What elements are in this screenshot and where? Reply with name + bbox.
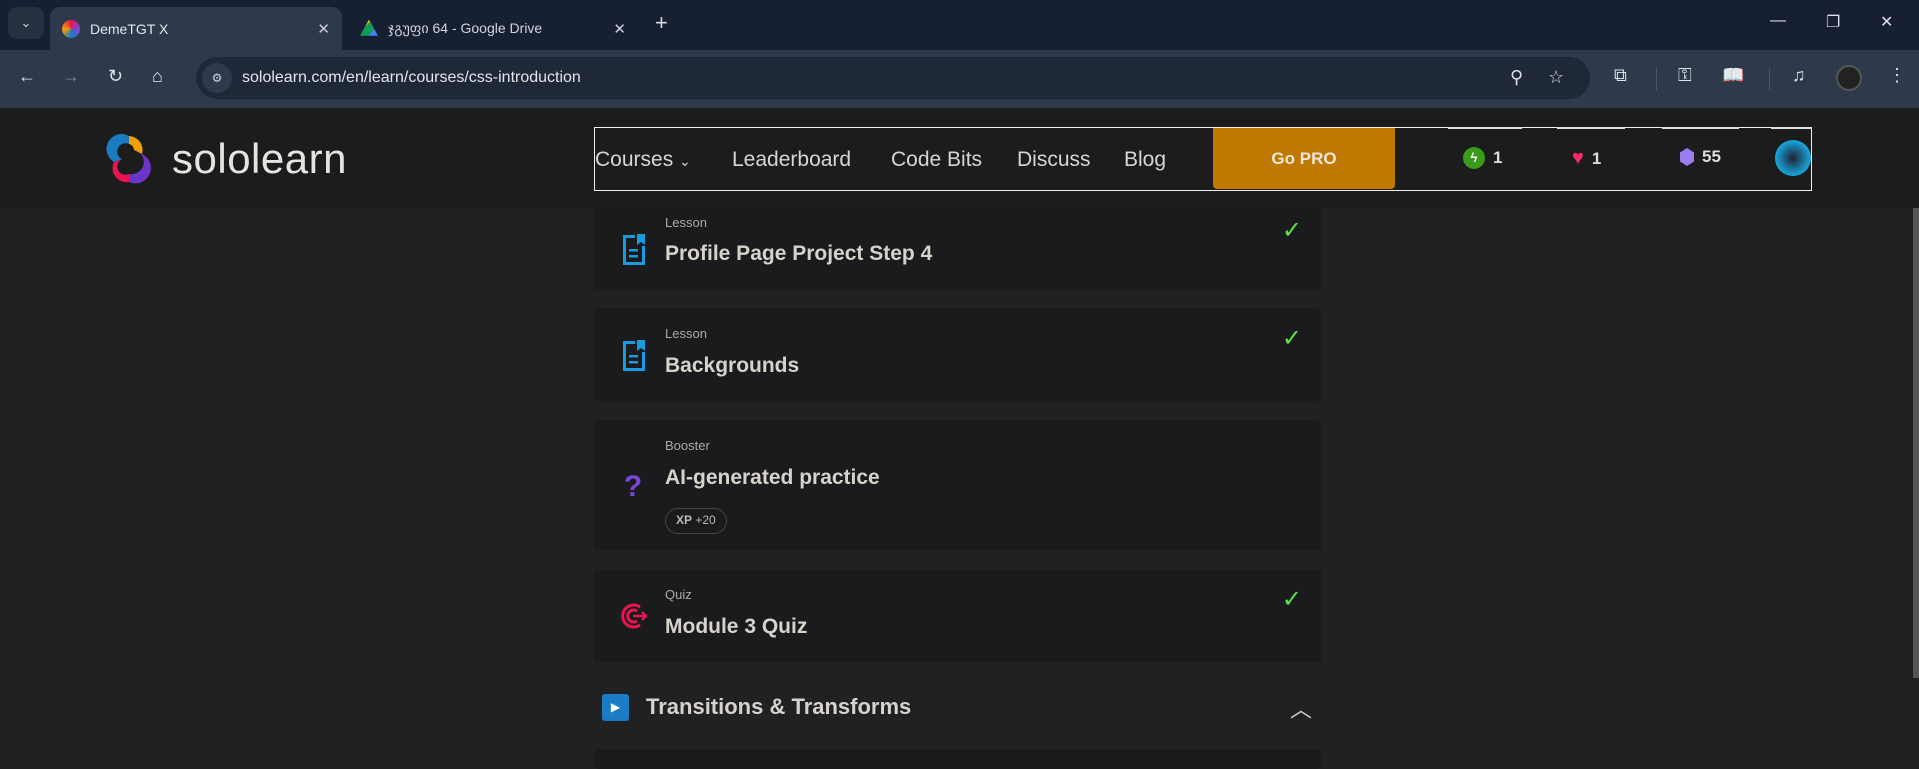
close-tab-icon[interactable]: ✕ [613,20,626,38]
tab-sololearn[interactable]: DemeTGT X ✕ [50,7,342,50]
item-type: Quiz [665,587,692,602]
divider [1771,127,1811,129]
browser-toolbar: ← → ↻ ⌂ ⚙ sololearn.com/en/learn/courses… [0,50,1919,108]
divider [1557,127,1625,129]
close-tab-icon[interactable]: ✕ [317,20,330,38]
restore-icon[interactable]: ❐ [1826,12,1840,32]
streak-counter[interactable]: ϟ1 [1463,147,1502,169]
password-key-icon[interactable]: ⚿ [1678,65,1692,86]
tab-search-button[interactable]: ⌄ [8,7,44,39]
next-card[interactable] [594,749,1322,769]
lesson-icon [623,234,645,265]
check-icon: ✓ [1281,217,1302,244]
gems-count: 55 [1702,147,1721,166]
new-tab-button[interactable]: + [655,10,668,36]
play-icon: ▶ [602,694,629,721]
site-info-icon[interactable]: ⚙ [202,63,232,93]
lightning-icon: ϟ [1463,147,1485,169]
quiz-card[interactable]: Quiz Module 3 Quiz ✓ [594,569,1322,663]
section-title: Transitions & Transforms [646,694,912,719]
logo-text: sololearn [172,135,347,182]
go-pro-button[interactable]: Go PRO [1213,128,1395,189]
site-nav: Courses ⌄ Leaderboard Code Bits Discuss … [594,127,1812,191]
profile-avatar[interactable] [1836,65,1862,91]
nav-label: Courses [595,148,674,171]
item-type: Lesson [665,326,707,341]
forward-icon[interactable]: → [62,66,80,87]
chevron-down-icon: ⌄ [679,153,691,169]
divider [1656,68,1657,90]
minimize-icon[interactable]: — [1770,12,1786,30]
xp-label: XP [676,513,693,527]
target-icon [621,603,648,629]
sololearn-favicon-icon [62,19,80,38]
url-text[interactable]: sololearn.com/en/learn/courses/css-intro… [242,69,581,87]
divider [1662,127,1739,129]
tab-google-drive[interactable]: ჯგუფი 64 - Google Drive ✕ [348,7,638,50]
sololearn-logo[interactable]: sololearn [102,132,347,186]
booster-card[interactable]: ? Booster AI-generated practice XP +20 [594,420,1322,551]
gem-icon [1680,148,1694,166]
nav-courses[interactable]: Courses ⌄ [595,148,691,172]
check-icon: ✓ [1281,325,1302,352]
tab-title: ჯგუფი 64 - Google Drive [388,20,543,36]
item-type: Lesson [665,215,707,230]
user-avatar[interactable] [1775,140,1811,176]
bookmark-star-icon[interactable]: ☆ [1548,67,1564,88]
item-title: Module 3 Quiz [665,615,808,638]
divider [1769,68,1770,90]
check-icon: ✓ [1281,586,1302,613]
heart-icon: ♥ [1572,147,1584,169]
tab-title: DemeTGT X [90,20,169,37]
nav-blog[interactable]: Blog [1124,148,1166,172]
menu-kebab-icon[interactable]: ⋮ [1888,65,1906,86]
tab-strip: ⌄ DemeTGT X ✕ ჯგუფი 64 - Google Drive ✕ … [0,0,1919,50]
streak-count: 1 [1493,148,1503,167]
address-bar[interactable]: ⚙ sololearn.com/en/learn/courses/css-int… [196,57,1590,99]
scrollbar[interactable] [1913,208,1919,678]
gems-counter[interactable]: 55 [1680,147,1721,167]
question-icon: ? [623,470,643,503]
media-control-icon[interactable]: ♫ [1792,65,1806,86]
item-title: Backgrounds [665,354,800,377]
nav-leaderboard[interactable]: Leaderboard [732,148,851,172]
chevron-up-icon[interactable]: ︿ [1290,692,1312,724]
zoom-icon[interactable]: ⚲ [1510,67,1523,88]
reload-icon[interactable]: ↻ [108,66,123,87]
nav-discuss[interactable]: Discuss [1017,148,1091,172]
extensions-icon[interactable]: ⧉ [1614,65,1627,86]
hearts-count: 1 [1591,148,1602,168]
back-icon[interactable]: ← [18,66,36,87]
reading-mode-icon[interactable]: 📖 [1722,65,1744,86]
item-type: Booster [665,438,710,453]
sololearn-logo-icon [106,133,151,184]
xp-badge: XP +20 [665,508,727,534]
item-title: Profile Page Project Step 4 [665,242,933,265]
module-section-header[interactable]: ▶ Transitions & Transforms ︿ [594,688,1322,724]
lesson-card[interactable]: Lesson Backgrounds ✓ [594,308,1322,401]
home-icon[interactable]: ⌂ [152,66,163,87]
lesson-card[interactable]: Lesson Profile Page Project Step 4 ✓ [594,208,1322,290]
close-window-icon[interactable]: ✕ [1880,12,1893,32]
lesson-icon [623,340,645,371]
divider [1448,127,1522,129]
nav-code-bits[interactable]: Code Bits [891,148,982,172]
hearts-counter[interactable]: ♥ 1 [1572,147,1601,170]
xp-value: +20 [695,513,716,527]
item-title: AI-generated practice [665,466,880,489]
google-drive-icon [360,19,378,36]
